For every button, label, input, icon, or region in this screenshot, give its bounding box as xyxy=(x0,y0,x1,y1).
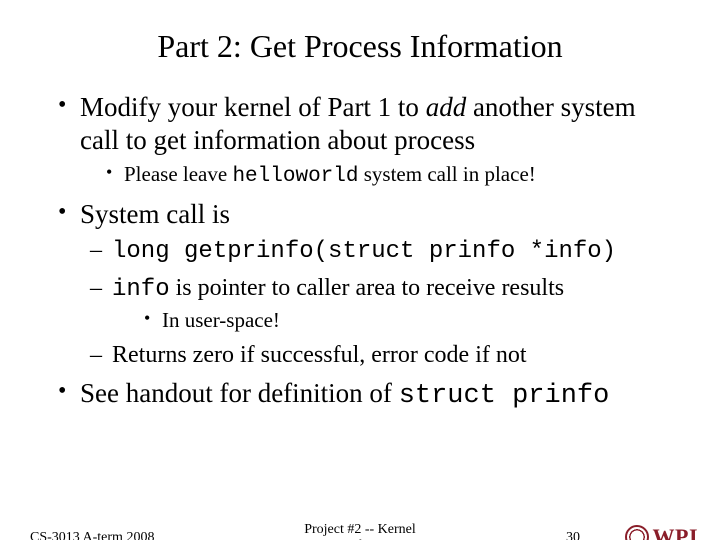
footer-page-number: 30 xyxy=(566,530,580,540)
code-struct-prinfo: struct prinfo xyxy=(399,381,610,411)
footer-center: Project #2 -- Kernel Hacking xyxy=(0,522,720,540)
slide-body: Modify your kernel of Part 1 to add anot… xyxy=(0,91,720,413)
code-info: info xyxy=(112,276,170,303)
bullet-list: Modify your kernel of Part 1 to add anot… xyxy=(52,91,680,413)
text: See handout for definition of xyxy=(80,378,399,408)
text: System call is xyxy=(80,199,230,229)
footer: CS-3013 A-term 2008 Project #2 -- Kernel… xyxy=(0,514,720,540)
text: Please leave xyxy=(124,162,232,186)
wpi-logo: WPI xyxy=(625,524,699,540)
footer-center-line1: Project #2 -- Kernel xyxy=(304,522,416,537)
bullet-1-sub-1: Please leave helloworld system call in p… xyxy=(80,161,680,190)
bullet-3: See handout for definition of struct pri… xyxy=(52,377,680,413)
sub-list: Please leave helloworld system call in p… xyxy=(80,161,680,190)
sub-sub-list: In user-space! xyxy=(112,307,680,333)
seal-icon xyxy=(625,525,649,540)
text: system call in place! xyxy=(358,162,535,186)
bullet-2-dash-2: info is pointer to caller area to receiv… xyxy=(80,273,680,333)
bullet-2-dash-2-sub-1: In user-space! xyxy=(112,307,680,333)
sub-list: long getprinfo(struct prinfo *info) info… xyxy=(80,235,680,371)
bullet-1: Modify your kernel of Part 1 to add anot… xyxy=(52,91,680,190)
text: Returns zero if successful, error code i… xyxy=(112,342,527,368)
bullet-2: System call is long getprinfo(struct pri… xyxy=(52,198,680,371)
slide-title: Part 2: Get Process Information xyxy=(0,28,720,65)
text: Modify your kernel of Part 1 to xyxy=(80,92,426,122)
emphasis-add: add xyxy=(426,92,467,122)
bullet-2-dash-1: long getprinfo(struct prinfo *info) xyxy=(80,235,680,267)
bullet-2-dash-3: Returns zero if successful, error code i… xyxy=(80,340,680,371)
slide: Part 2: Get Process Information Modify y… xyxy=(0,28,720,540)
code-getprinfo: long getprinfo(struct prinfo *info) xyxy=(112,238,616,265)
text: In user-space! xyxy=(162,308,280,332)
code-helloworld: helloworld xyxy=(232,165,358,188)
logo-text: WPI xyxy=(653,524,699,540)
text: is pointer to caller area to receive res… xyxy=(170,275,565,301)
